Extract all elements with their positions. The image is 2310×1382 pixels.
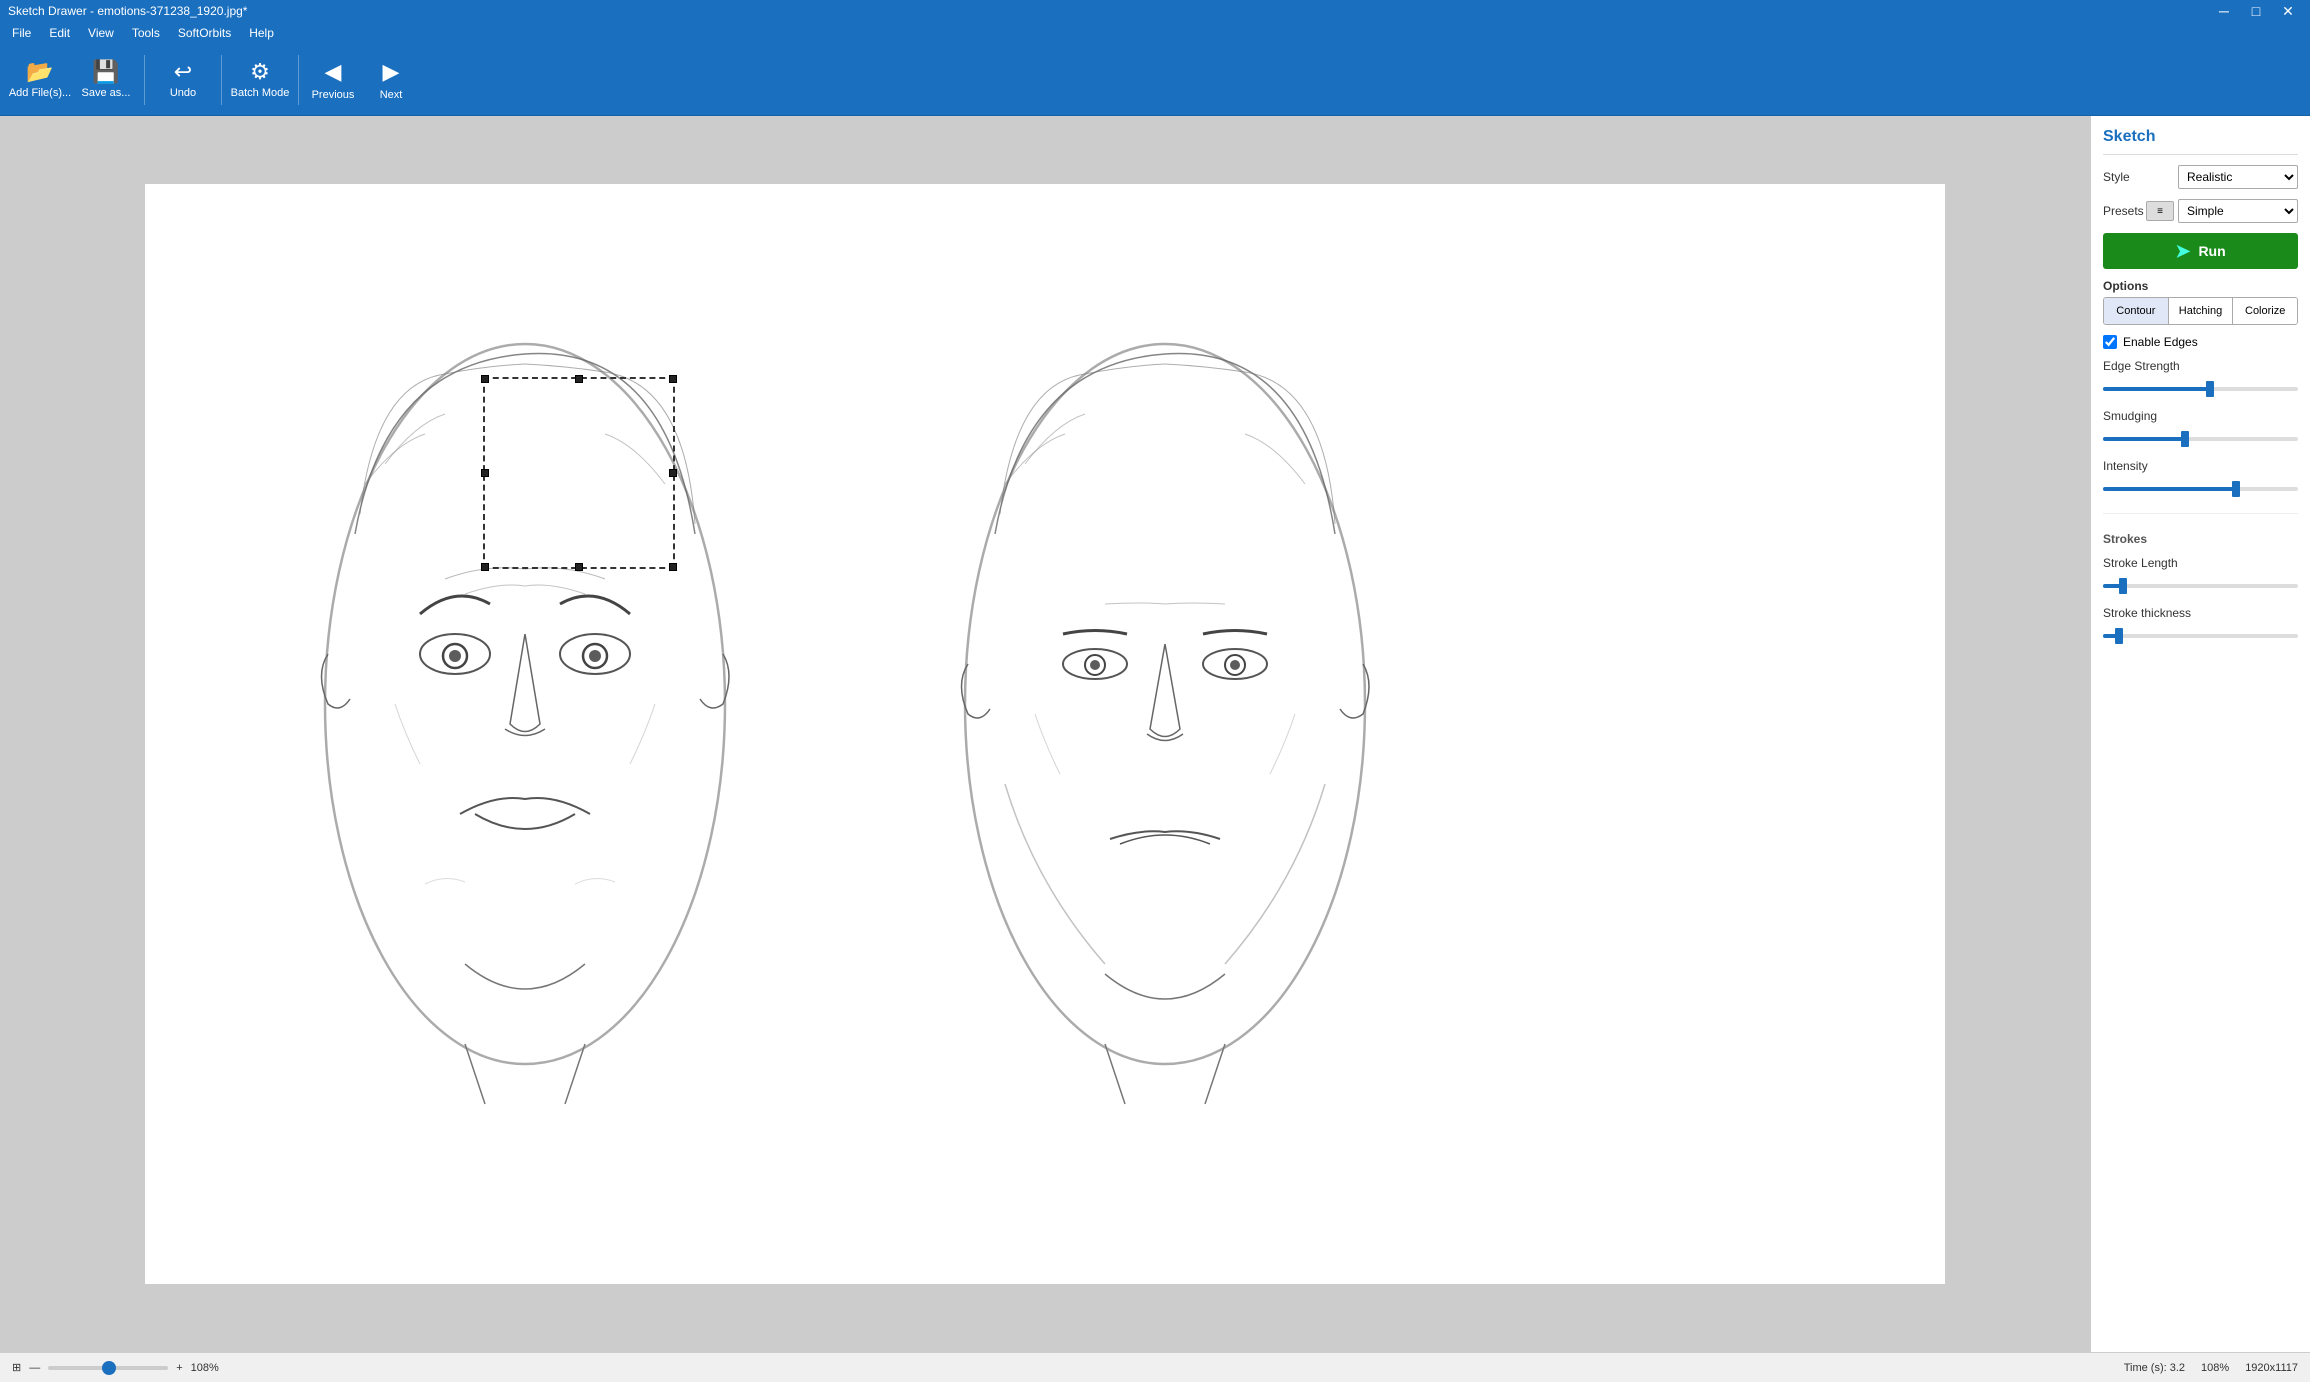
batch-mode-button[interactable]: ⚙ Batch Mode bbox=[228, 48, 292, 112]
main-layout: Sketch Style Realistic Presets ≡ Simple … bbox=[0, 116, 2310, 1352]
smudging-thumb[interactable] bbox=[2181, 431, 2189, 447]
zoom-plus-btn[interactable]: + bbox=[176, 1362, 182, 1374]
right-panel: Sketch Style Realistic Presets ≡ Simple … bbox=[2090, 116, 2310, 1352]
presets-controls: ≡ Simple bbox=[2146, 199, 2298, 223]
status-bar: ⊞ — + 108% Time (s): 3.2 108% 1920x1117 bbox=[0, 1352, 2310, 1382]
edge-strength-thumb[interactable] bbox=[2206, 381, 2214, 397]
canvas-content bbox=[145, 184, 1945, 1284]
toolbar-separator-3 bbox=[298, 55, 299, 105]
add-file-button[interactable]: 📂 Add File(s)... bbox=[8, 48, 72, 112]
page-size-icon[interactable]: ⊞ bbox=[12, 1361, 21, 1374]
stroke-length-thumb[interactable] bbox=[2119, 578, 2127, 594]
run-button[interactable]: ➤ Run bbox=[2103, 233, 2298, 269]
previous-button[interactable]: ◀ Previous bbox=[305, 48, 361, 112]
style-select[interactable]: Realistic bbox=[2178, 165, 2298, 189]
intensity-label: Intensity bbox=[2103, 459, 2298, 473]
edge-strength-fill bbox=[2103, 387, 2210, 391]
stroke-length-slider[interactable] bbox=[2103, 576, 2298, 596]
canvas-area[interactable] bbox=[0, 116, 2090, 1352]
intensity-track bbox=[2103, 487, 2298, 491]
stroke-length-label: Stroke Length bbox=[2103, 556, 2298, 570]
smudging-slider[interactable] bbox=[2103, 429, 2298, 449]
intensity-section: Intensity bbox=[2103, 459, 2298, 499]
save-button[interactable]: 💾 Save as... bbox=[74, 48, 138, 112]
edge-strength-label: Edge Strength bbox=[2103, 359, 2298, 373]
stroke-thickness-slider[interactable] bbox=[2103, 626, 2298, 646]
presets-row: Presets ≡ Simple bbox=[2103, 199, 2298, 223]
smudging-fill bbox=[2103, 437, 2185, 441]
resolution: 1920x1117 bbox=[2245, 1362, 2298, 1374]
status-right: Time (s): 3.2 108% 1920x1117 bbox=[2124, 1362, 2298, 1374]
smudging-section: Smudging bbox=[2103, 409, 2298, 449]
time-label: Time (s): 3.2 bbox=[2124, 1362, 2185, 1374]
style-label: Style bbox=[2103, 170, 2130, 184]
zoom-thumb[interactable] bbox=[102, 1361, 116, 1375]
title-bar: Sketch Drawer - emotions-371238_1920.jpg… bbox=[0, 0, 2310, 22]
intensity-thumb[interactable] bbox=[2232, 481, 2240, 497]
add-file-icon: 📂 bbox=[26, 61, 53, 83]
stroke-thickness-label: Stroke thickness bbox=[2103, 606, 2298, 620]
presets-select[interactable]: Simple bbox=[2178, 199, 2298, 223]
run-arrow-icon: ➤ bbox=[2175, 241, 2190, 262]
options-section: Options Contour Hatching Colorize bbox=[2103, 279, 2298, 325]
enable-edges-checkbox[interactable] bbox=[2103, 335, 2117, 349]
minimize-button[interactable]: ─ bbox=[2210, 0, 2238, 22]
panel-title: Sketch bbox=[2103, 128, 2298, 155]
strokes-divider bbox=[2103, 513, 2298, 514]
zoom-slider[interactable] bbox=[48, 1366, 168, 1370]
stroke-length-track bbox=[2103, 584, 2298, 588]
edge-strength-section: Edge Strength bbox=[2103, 359, 2298, 399]
close-button[interactable]: ✕ bbox=[2274, 0, 2302, 22]
toolbar-separator-1 bbox=[144, 55, 145, 105]
style-row: Style Realistic bbox=[2103, 165, 2298, 189]
stroke-length-section: Stroke Length bbox=[2103, 556, 2298, 596]
edge-strength-slider[interactable] bbox=[2103, 379, 2298, 399]
zoom-level: 108% bbox=[191, 1362, 219, 1374]
next-button[interactable]: ▶ Next bbox=[363, 48, 419, 112]
stroke-thickness-section: Stroke thickness bbox=[2103, 606, 2298, 646]
right-face-sketch bbox=[905, 284, 1425, 1164]
toolbar-separator-2 bbox=[221, 55, 222, 105]
smudging-label: Smudging bbox=[2103, 409, 2298, 423]
menu-view[interactable]: View bbox=[80, 24, 122, 42]
menu-edit[interactable]: Edit bbox=[41, 24, 78, 42]
previous-icon: ◀ bbox=[325, 59, 342, 85]
menu-file[interactable]: File bbox=[4, 24, 39, 42]
enable-edges-label: Enable Edges bbox=[2123, 335, 2198, 349]
undo-button[interactable]: ↩ Undo bbox=[151, 48, 215, 112]
smudging-track bbox=[2103, 437, 2298, 441]
menu-bar: File Edit View Tools SoftOrbits Help bbox=[0, 22, 2310, 44]
menu-help[interactable]: Help bbox=[241, 24, 282, 42]
undo-icon: ↩ bbox=[174, 61, 192, 83]
toolbar: 📂 Add File(s)... 💾 Save as... ↩ Undo ⚙ B… bbox=[0, 44, 2310, 116]
intensity-fill bbox=[2103, 487, 2236, 491]
options-tabs: Contour Hatching Colorize bbox=[2103, 297, 2298, 325]
tab-hatching[interactable]: Hatching bbox=[2169, 298, 2234, 324]
stroke-thickness-thumb[interactable] bbox=[2115, 628, 2123, 644]
tab-contour[interactable]: Contour bbox=[2104, 298, 2169, 324]
save-icon: 💾 bbox=[92, 61, 119, 83]
tab-colorize[interactable]: Colorize bbox=[2233, 298, 2297, 324]
menu-softorbits[interactable]: SoftOrbits bbox=[170, 24, 239, 42]
intensity-slider[interactable] bbox=[2103, 479, 2298, 499]
zoom-minus-btn[interactable]: — bbox=[29, 1362, 40, 1374]
zoom-value: 108% bbox=[2201, 1362, 2229, 1374]
batch-icon: ⚙ bbox=[250, 61, 270, 83]
enable-edges-row: Enable Edges bbox=[2103, 335, 2298, 349]
edge-strength-track bbox=[2103, 387, 2298, 391]
presets-label: Presets bbox=[2103, 204, 2144, 218]
title-text: Sketch Drawer - emotions-371238_1920.jpg… bbox=[8, 4, 247, 18]
left-face-sketch bbox=[265, 284, 785, 1164]
status-left: ⊞ — + 108% bbox=[12, 1361, 219, 1374]
next-icon: ▶ bbox=[383, 59, 400, 85]
preset-icon: ≡ bbox=[2146, 201, 2174, 221]
strokes-title: Strokes bbox=[2103, 532, 2298, 546]
options-label: Options bbox=[2103, 279, 2298, 293]
menu-tools[interactable]: Tools bbox=[124, 24, 168, 42]
title-controls: ─ □ ✕ bbox=[2210, 0, 2302, 22]
maximize-button[interactable]: □ bbox=[2242, 0, 2270, 22]
stroke-thickness-track bbox=[2103, 634, 2298, 638]
